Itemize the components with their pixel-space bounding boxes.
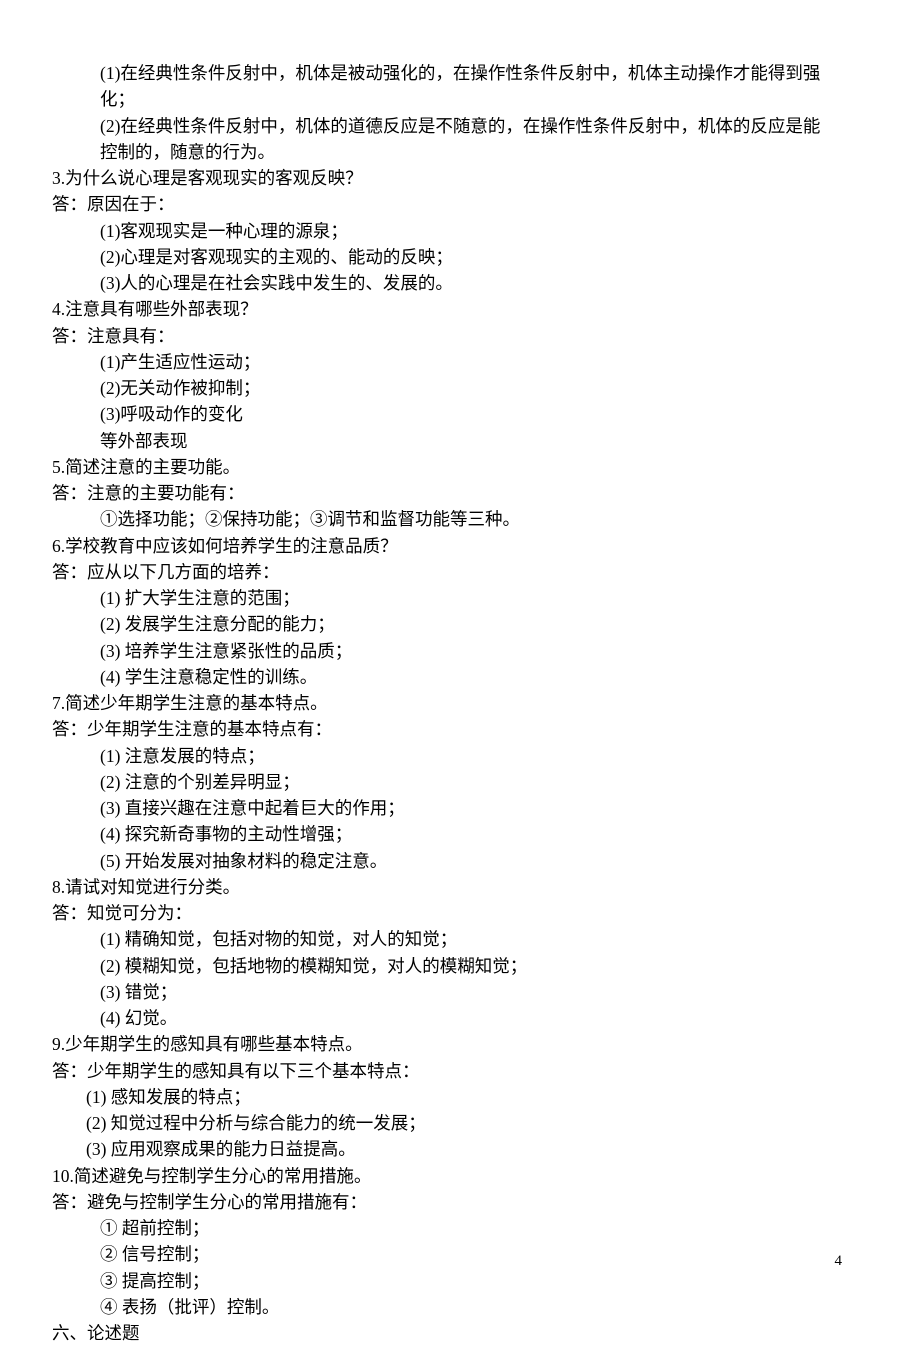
text-line: (4) 学生注意稳定性的训练。 (52, 664, 868, 690)
text-line: (1) 精确知觉，包括对物的知觉，对人的知觉； (52, 926, 868, 952)
document-page: (1)在经典性条件反射中，机体是被动强化的，在操作性条件反射中，机体主动操作才能… (0, 0, 920, 1302)
text-line: 答：知觉可分为： (52, 900, 868, 926)
text-line: (2)无关动作被抑制； (52, 375, 868, 401)
text-line: 答：注意的主要功能有： (52, 480, 868, 506)
text-line: ③ 提高控制； (52, 1268, 868, 1294)
text-line: (1) 扩大学生注意的范围； (52, 585, 868, 611)
text-line: 8.请试对知觉进行分类。 (52, 874, 868, 900)
text-line: 答：应从以下几方面的培养： (52, 559, 868, 585)
text-line: (2)在经典性条件反射中，机体的道德反应是不随意的，在操作性条件反射中，机体的反… (52, 113, 868, 139)
text-line: 4.注意具有哪些外部表现？ (52, 296, 868, 322)
text-line: (3) 错觉； (52, 979, 868, 1005)
text-line: 等外部表现 (52, 428, 868, 454)
text-line: (3) 应用观察成果的能力日益提高。 (52, 1136, 868, 1162)
text-line: 3.为什么说心理是客观现实的客观反映？ (52, 165, 868, 191)
text-line: ④ 表扬（批评）控制。 (52, 1294, 868, 1320)
text-line: 7.简述少年期学生注意的基本特点。 (52, 690, 868, 716)
text-line: 答：避免与控制学生分心的常用措施有： (52, 1189, 868, 1215)
text-line: (3)人的心理是在社会实践中发生的、发展的。 (52, 270, 868, 296)
text-line: ① 超前控制； (52, 1215, 868, 1241)
text-line: ② 信号控制； (52, 1241, 868, 1267)
text-line: 控制的，随意的行为。 (52, 139, 868, 165)
text-line: (1) 感知发展的特点； (52, 1084, 868, 1110)
text-line: (2) 发展学生注意分配的能力； (52, 611, 868, 637)
page-number: 4 (835, 1250, 843, 1273)
text-line: (1) 注意发展的特点； (52, 743, 868, 769)
text-line: (1)客观现实是一种心理的源泉； (52, 218, 868, 244)
text-line: (1)在经典性条件反射中，机体是被动强化的，在操作性条件反射中，机体主动操作才能… (52, 60, 868, 86)
text-line: 答：注意具有： (52, 323, 868, 349)
document-body: (1)在经典性条件反射中，机体是被动强化的，在操作性条件反射中，机体主动操作才能… (52, 60, 868, 1346)
text-line: (2) 模糊知觉，包括地物的模糊知觉，对人的模糊知觉； (52, 953, 868, 979)
text-line: 化； (52, 86, 868, 112)
text-line: 9.少年期学生的感知具有哪些基本特点。 (52, 1031, 868, 1057)
text-line: 六、论述题 (52, 1320, 868, 1346)
text-line: 10.简述避免与控制学生分心的常用措施。 (52, 1163, 868, 1189)
text-line: 答：原因在于： (52, 191, 868, 217)
text-line: (3)呼吸动作的变化 (52, 401, 868, 427)
text-line: (2)心理是对客观现实的主观的、能动的反映； (52, 244, 868, 270)
text-line: (1)产生适应性运动； (52, 349, 868, 375)
text-line: 6.学校教育中应该如何培养学生的注意品质？ (52, 533, 868, 559)
text-line: 答：少年期学生的感知具有以下三个基本特点： (52, 1058, 868, 1084)
text-line: (5) 开始发展对抽象材料的稳定注意。 (52, 848, 868, 874)
text-line: (4) 幻觉。 (52, 1005, 868, 1031)
text-line: (2) 知觉过程中分析与综合能力的统一发展； (52, 1110, 868, 1136)
text-line: (2) 注意的个别差异明显； (52, 769, 868, 795)
text-line: 5.简述注意的主要功能。 (52, 454, 868, 480)
text-line: (4) 探究新奇事物的主动性增强； (52, 821, 868, 847)
text-line: (3) 培养学生注意紧张性的品质； (52, 638, 868, 664)
text-line: (3) 直接兴趣在注意中起着巨大的作用； (52, 795, 868, 821)
text-line: 答：少年期学生注意的基本特点有： (52, 716, 868, 742)
text-line: ①选择功能；②保持功能；③调节和监督功能等三种。 (52, 506, 868, 532)
